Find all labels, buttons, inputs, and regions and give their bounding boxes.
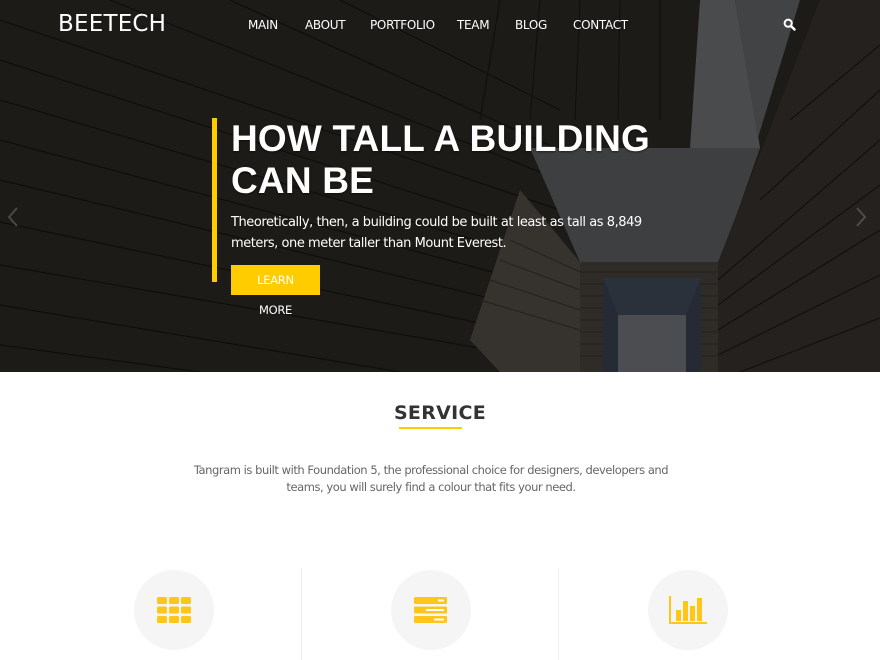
service-items <box>0 568 880 660</box>
hero-title-line-1: HOW TALL A BUILDING <box>231 118 650 159</box>
nav-item-about[interactable]: ABOUT <box>305 18 346 32</box>
chevron-left-icon[interactable] <box>6 205 20 229</box>
learn-more-button[interactable]: LEARN MORE <box>231 265 320 317</box>
column-divider <box>558 568 559 660</box>
service-section: SERVICE Tangram is built with Foundation… <box>0 372 880 660</box>
service-title-underline <box>399 427 462 429</box>
chevron-right-icon[interactable] <box>854 205 868 229</box>
hero-text: Theoretically, then, a building could be… <box>231 215 642 251</box>
service-title: SERVICE <box>393 402 487 424</box>
service-description: Tangram is built with Foundation 5, the … <box>193 463 669 494</box>
nav-item-contact[interactable]: CONTACT <box>573 18 628 32</box>
hero-caption: HOW TALL A BUILDING CAN BE Theoretically… <box>212 118 682 317</box>
service-item-3[interactable] <box>648 570 728 650</box>
column-divider <box>301 568 302 660</box>
nav-item-blog[interactable]: BLOG <box>515 18 547 32</box>
service-item-2[interactable] <box>391 570 471 650</box>
search-icon[interactable] <box>783 18 796 31</box>
hero-slider: BEETECH MAIN ABOUT PORTFOLIO TEAM BLOG C… <box>0 0 880 372</box>
hero-title-line-2: CAN BE <box>231 160 375 201</box>
service-item-1[interactable] <box>134 570 214 650</box>
nav-item-main[interactable]: MAIN <box>248 18 278 32</box>
brand-logo[interactable]: BEETECH <box>58 11 166 37</box>
top-navbar: BEETECH MAIN ABOUT PORTFOLIO TEAM BLOG C… <box>0 0 880 50</box>
nav-item-portfolio[interactable]: PORTFOLIO <box>370 18 435 32</box>
hero-title: HOW TALL A BUILDING CAN BE <box>231 118 682 202</box>
nav-item-team[interactable]: TEAM <box>457 18 490 32</box>
